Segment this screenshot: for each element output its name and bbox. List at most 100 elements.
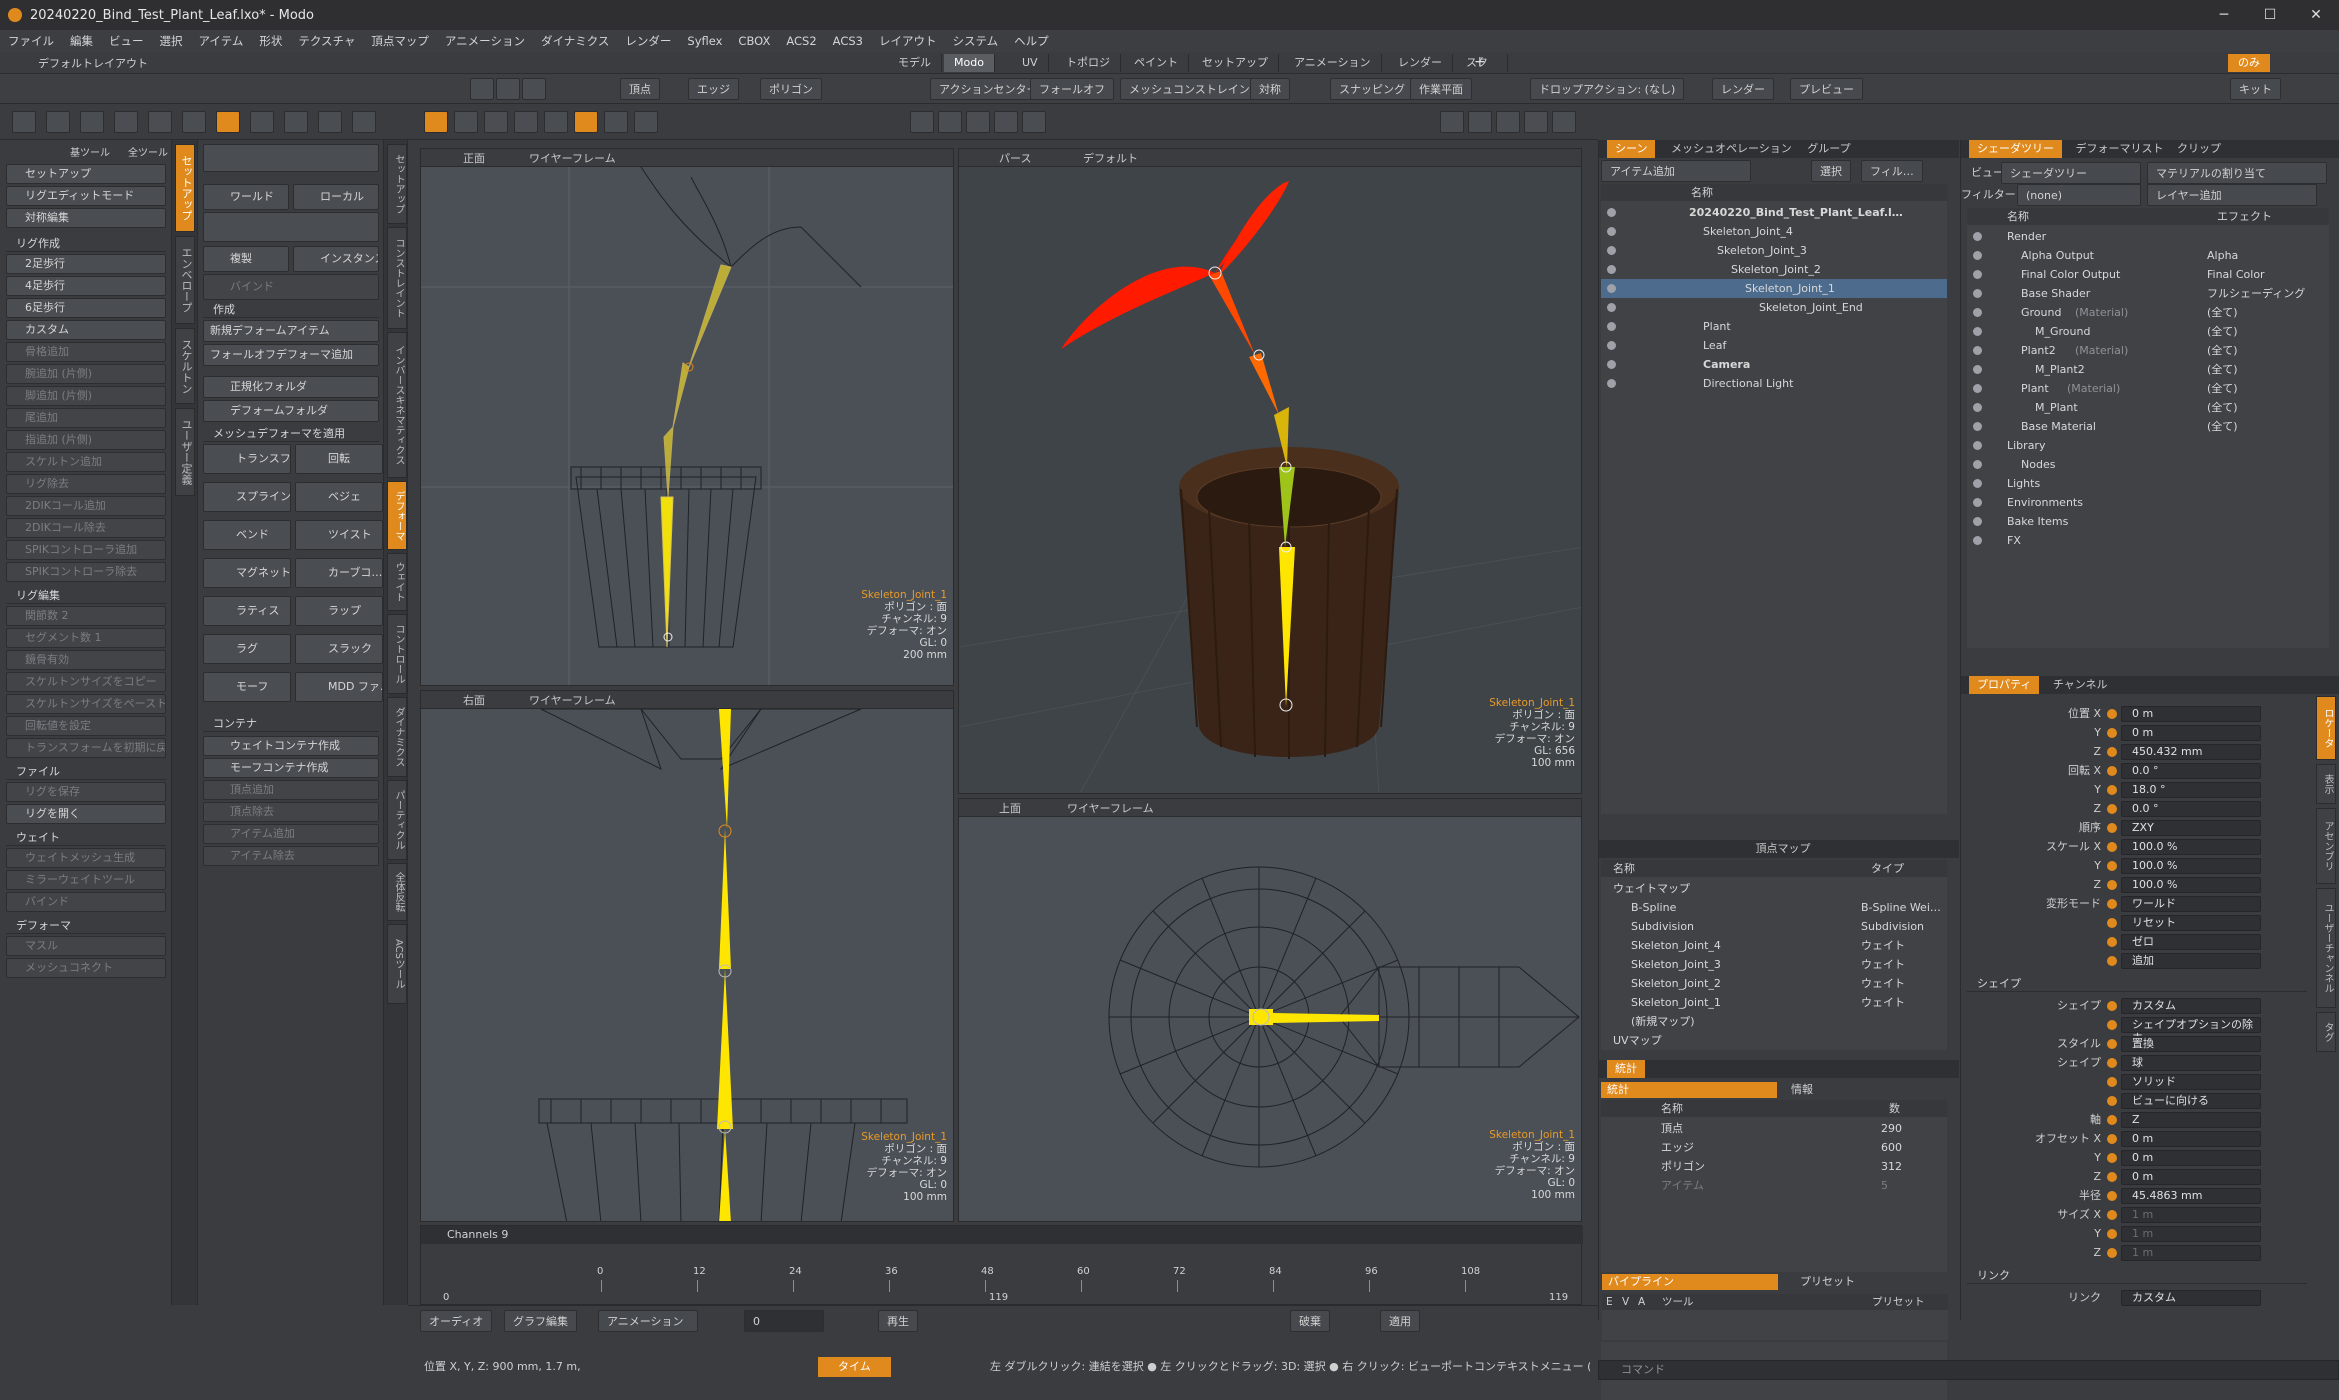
visibility-eye-icon[interactable]: [1973, 289, 1982, 298]
vertex-map-row[interactable]: Skeleton_Joint_3 ウェイト: [1601, 955, 1947, 974]
rig-tool-button[interactable]: リグを開く: [6, 804, 166, 824]
deformer-tool-button[interactable]: ベンド: [203, 520, 291, 550]
rig-tool-button[interactable]: 6足歩行: [6, 298, 166, 318]
keyframe-icon[interactable]: [2107, 1001, 2117, 1011]
viewport-tool-icon[interactable]: [634, 111, 658, 133]
tool-row-icons-2[interactable]: [203, 212, 379, 242]
shader-item-row[interactable]: M_Ground (全て): [1967, 322, 2329, 341]
visibility-eye-icon[interactable]: [1973, 441, 1982, 450]
add-falloff-deformer-dropdown[interactable]: フォールオフデフォーマ追加: [203, 344, 379, 366]
toolbox-tab[interactable]: デフォーマ: [387, 481, 407, 550]
shape-field[interactable]: 置換: [2121, 1036, 2261, 1052]
tool-icon[interactable]: [114, 111, 138, 133]
vertex-map-row[interactable]: Skeleton_Joint_1 ウェイト: [1601, 993, 1947, 1012]
toolbox-tab[interactable]: コンストレイント: [387, 227, 407, 329]
shader-item-row[interactable]: Base Shader フルシェーディング: [1967, 284, 2329, 303]
menu-item[interactable]: レイアウト: [871, 33, 945, 49]
toolbar-item[interactable]: プレビュー: [1790, 78, 1863, 100]
shape-field[interactable]: 0 m: [2121, 1150, 2261, 1166]
keyframe-icon[interactable]: [2107, 1210, 2117, 1220]
layout-tab[interactable]: UV: [1012, 54, 1049, 72]
play-button[interactable]: 再生: [878, 1310, 918, 1332]
property-field[interactable]: 追加: [2121, 953, 2261, 969]
vertex-map-row[interactable]: Skeleton_Joint_2 ウェイト: [1601, 974, 1947, 993]
lock-icon[interactable]: [522, 78, 546, 100]
command-input[interactable]: コマンド: [1598, 1360, 2339, 1380]
viewport-right[interactable]: 右面 ワイヤーフレーム Skeleton_Joint_1 ポリゴン : 面 チャ…: [420, 690, 954, 1222]
visibility-eye-icon[interactable]: [1607, 227, 1616, 236]
deformer-tool-button[interactable]: カーブコ…: [295, 558, 383, 588]
shape-field[interactable]: 1 m: [2121, 1207, 2261, 1223]
material-assign-button[interactable]: マテリアルの割り当て: [2147, 162, 2327, 184]
scene-item-row[interactable]: Skeleton_Joint_2: [1601, 260, 1947, 279]
keyframe-icon[interactable]: [2107, 842, 2117, 852]
toolbar-item[interactable]: 作業平面: [1410, 78, 1472, 100]
toolbar-item[interactable]: ポリゴン: [760, 78, 822, 100]
local-button[interactable]: ローカル: [293, 184, 379, 210]
section-title[interactable]: リグ編集: [6, 588, 166, 604]
viewport-tool-icon[interactable]: [544, 111, 568, 133]
toolbar-item[interactable]: アクションセンター: [930, 78, 1047, 100]
vertex-map-row[interactable]: UVマップ: [1601, 1031, 1947, 1050]
visibility-eye-icon[interactable]: [1973, 536, 1982, 545]
layout-tab[interactable]: モデル: [888, 54, 942, 72]
apply-key-button[interactable]: 適用: [1380, 1310, 1420, 1332]
deformer-tool-button[interactable]: ラグ: [203, 634, 291, 664]
toolbox-tab[interactable]: コントロール: [387, 614, 407, 694]
tool-icon[interactable]: [148, 111, 172, 133]
vertex-map-row[interactable]: ウェイトマップ: [1601, 879, 1947, 898]
add-item-button[interactable]: アイテム追加: [1601, 160, 1751, 182]
viewport-tool-icon[interactable]: [604, 111, 628, 133]
shader-item-row[interactable]: Lights: [1967, 474, 2329, 493]
tab-properties[interactable]: プロパティ: [1969, 676, 2040, 694]
keyframe-icon[interactable]: [2107, 861, 2117, 871]
toolbar-item[interactable]: スナッピング: [1330, 78, 1414, 100]
property-field[interactable]: 100.0 %: [2121, 839, 2261, 855]
visibility-eye-icon[interactable]: [1973, 384, 1982, 393]
keyframe-icon[interactable]: [2107, 1096, 2117, 1106]
toolbar-item[interactable]: 頂点: [620, 78, 660, 100]
frame-field[interactable]: 0: [744, 1310, 824, 1332]
keyframe-icon[interactable]: [2107, 918, 2117, 928]
toolbar-item[interactable]: エッジ: [688, 78, 739, 100]
layout-tab[interactable]: セットアップ: [1192, 54, 1279, 72]
link-field[interactable]: カスタム: [2121, 1290, 2261, 1306]
deformer-tool-button[interactable]: モーフ: [203, 672, 291, 702]
visibility-eye-icon[interactable]: [1607, 246, 1616, 255]
keyframe-icon[interactable]: [2107, 728, 2117, 738]
viewport-mode[interactable]: ワイヤーフレーム: [529, 150, 616, 166]
snap-icon[interactable]: [496, 78, 520, 100]
tool-icon[interactable]: [216, 111, 240, 133]
toolbox-tab[interactable]: ダイナミクス: [387, 697, 407, 777]
toolbar-item[interactable]: ドロップアクション: (なし): [1530, 78, 1685, 100]
keyframe-icon[interactable]: [2107, 1077, 2117, 1087]
property-field[interactable]: 0.0 °: [2121, 763, 2261, 779]
toolbox-tab[interactable]: インバースキネマティクス: [387, 332, 407, 478]
menu-item[interactable]: 頂点マップ: [363, 33, 437, 49]
menu-item[interactable]: ファイル: [0, 33, 62, 49]
toolbar-item[interactable]: レンダー: [1712, 78, 1774, 100]
menu-item[interactable]: 選択: [152, 33, 191, 49]
mesh-deformer-section[interactable]: メッシュデフォーマを適用: [203, 426, 379, 442]
tab-groups[interactable]: グループ: [1807, 142, 1850, 155]
visibility-eye-icon[interactable]: [1973, 251, 1982, 260]
side-tab[interactable]: エンベロープ: [175, 236, 195, 324]
menu-item[interactable]: システム: [944, 33, 1006, 49]
viewport-tool-icon[interactable]: [454, 111, 478, 133]
shape-field[interactable]: Z: [2121, 1112, 2261, 1128]
setup-button[interactable]: 対称編集: [6, 208, 166, 228]
normalize-folder-button[interactable]: 正規化フォルダ: [203, 376, 379, 398]
property-field[interactable]: 100.0 %: [2121, 858, 2261, 874]
viewport-tool-icon[interactable]: [514, 111, 538, 133]
shape-field[interactable]: 1 m: [2121, 1245, 2261, 1261]
setup-button[interactable]: リグエディットモード: [6, 186, 166, 206]
shader-item-row[interactable]: M_Plant2 (全て): [1967, 360, 2329, 379]
shader-item-row[interactable]: Render: [1967, 227, 2329, 246]
scene-item-row[interactable]: Skeleton_Joint_1: [1601, 279, 1947, 298]
scene-icon[interactable]: [1468, 111, 1492, 133]
visibility-eye-icon[interactable]: [1973, 365, 1982, 374]
property-field[interactable]: ゼロ: [2121, 934, 2261, 950]
visibility-eye-icon[interactable]: [1607, 360, 1616, 369]
tools-tab-all[interactable]: 全ツール: [128, 144, 168, 159]
visibility-eye-icon[interactable]: [1607, 265, 1616, 274]
